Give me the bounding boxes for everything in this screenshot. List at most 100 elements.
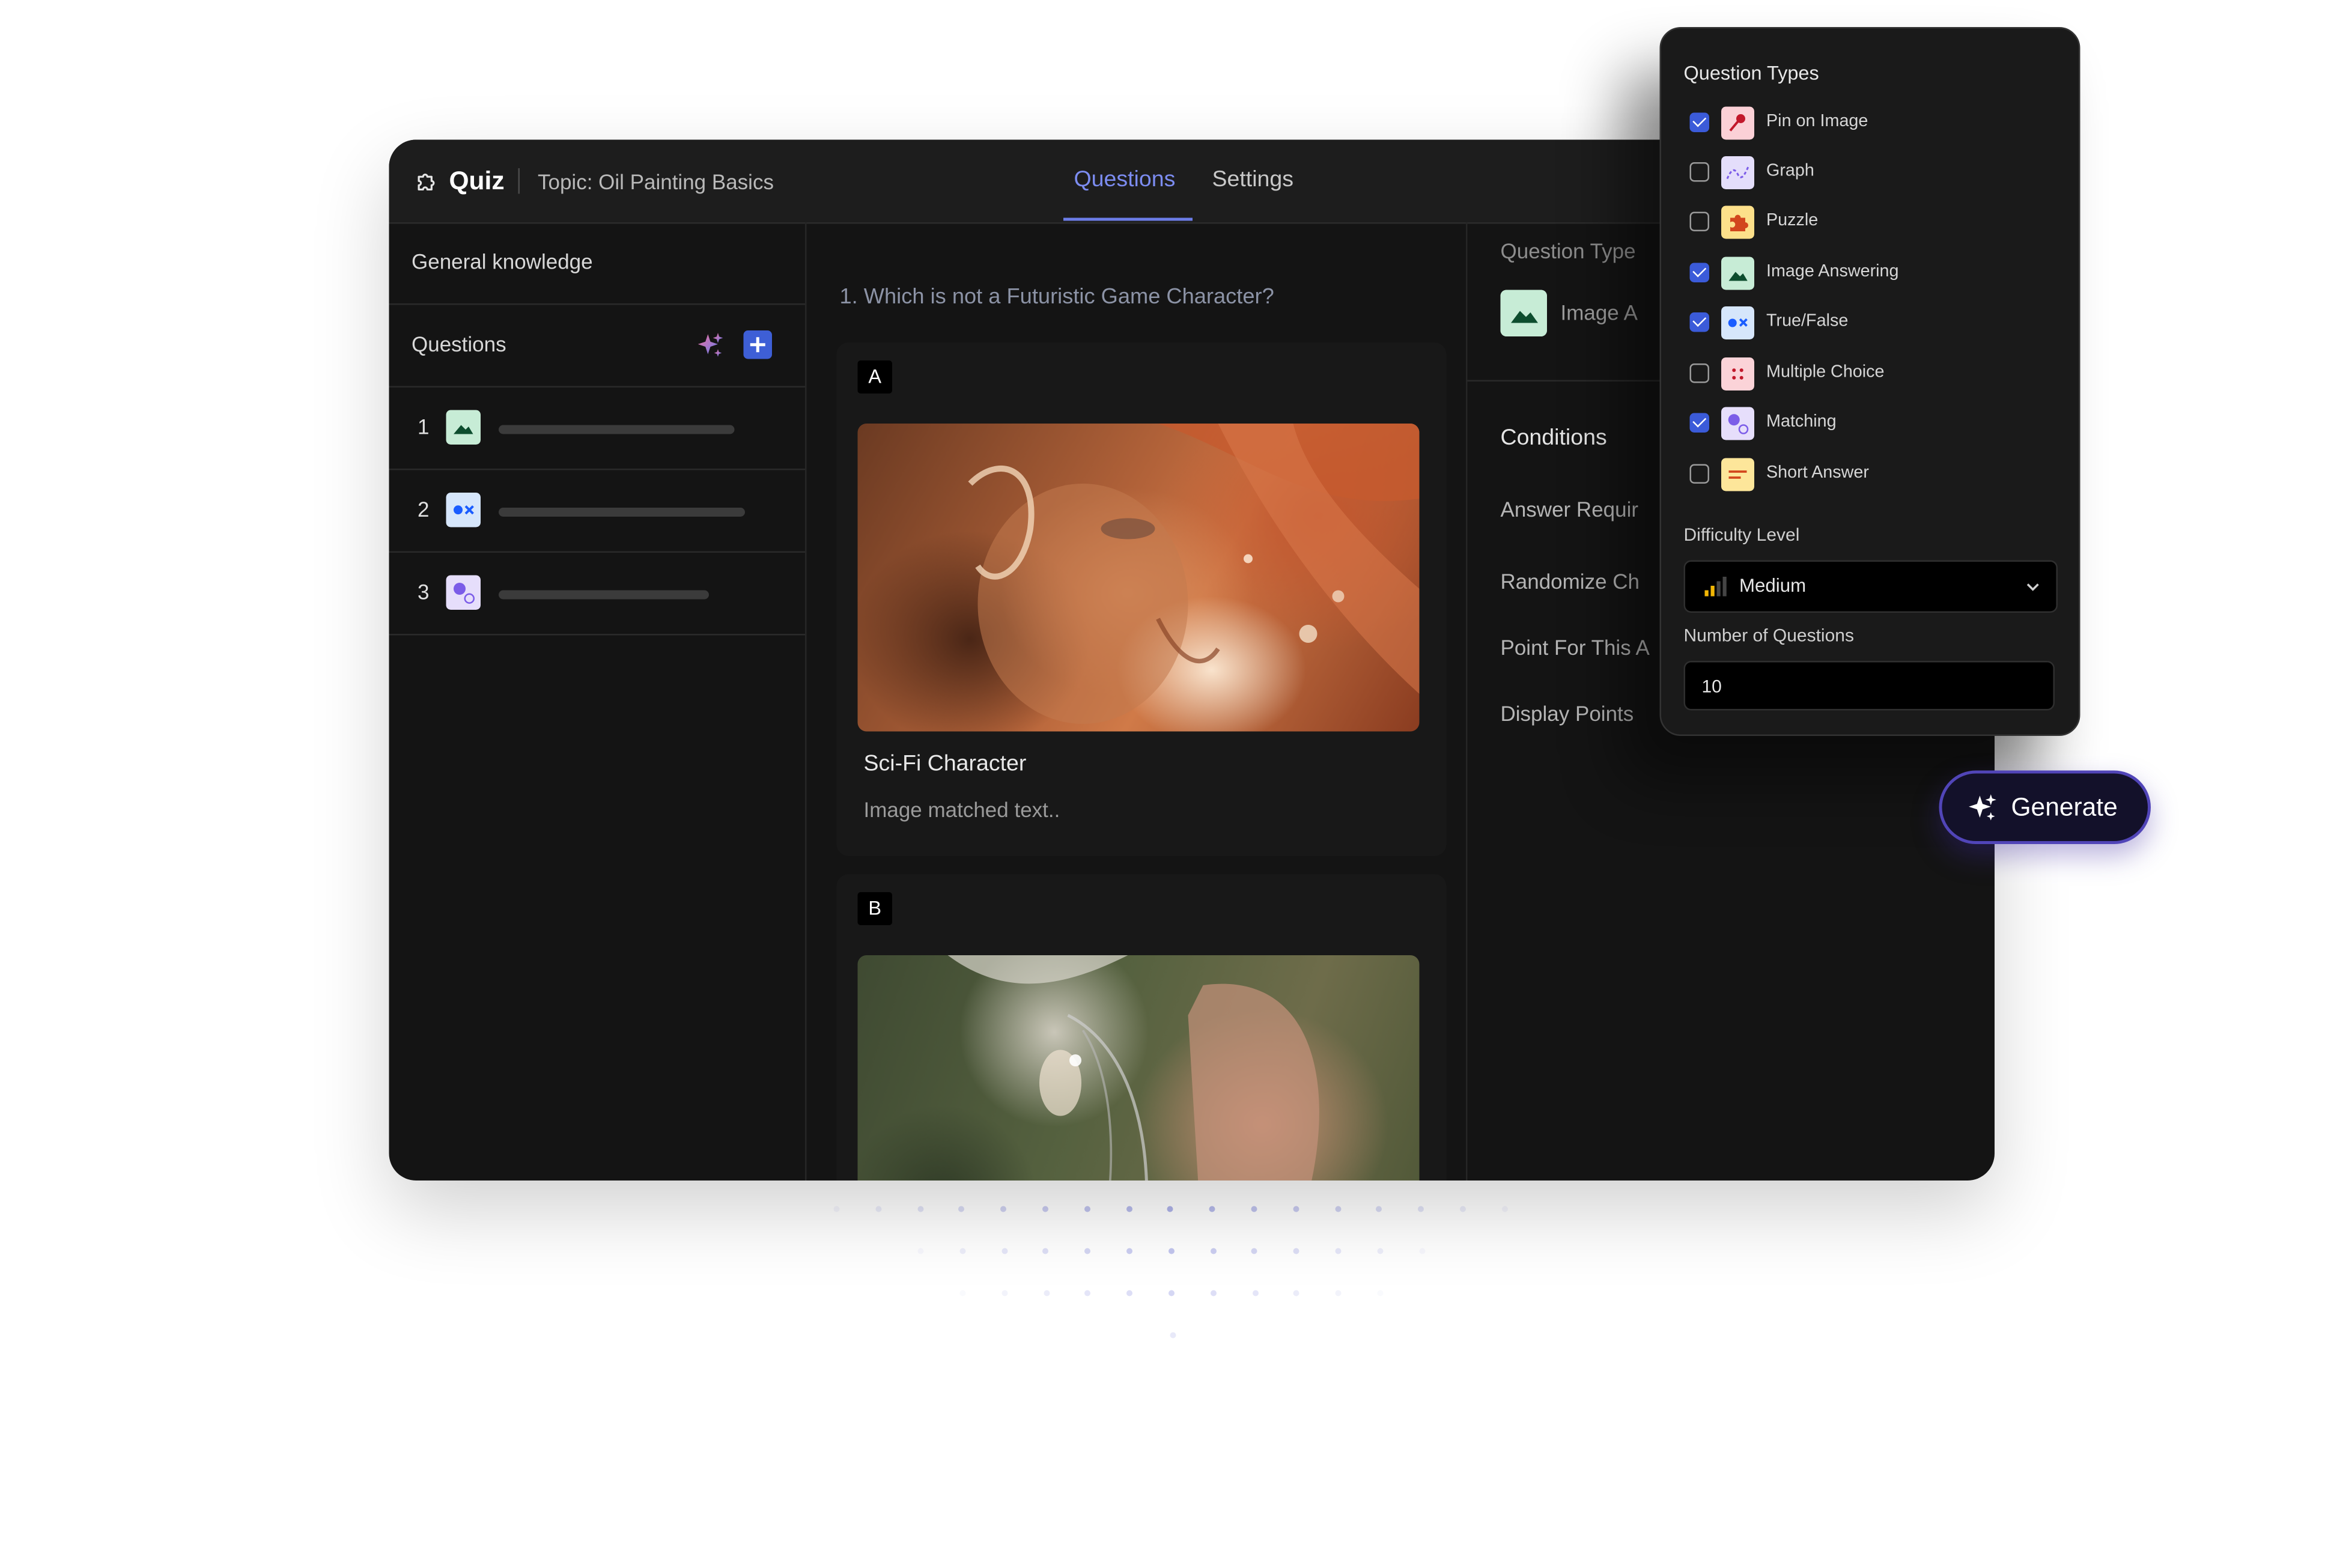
randomize-choices-setting[interactable]: Randomize Ch [1501,570,1640,594]
decorative-dot [1167,1206,1174,1212]
decorative-dot [1376,1248,1383,1254]
conditions-title: Conditions [1500,425,1607,451]
display-points-setting[interactable]: Display Points [1501,702,1634,726]
option-image[interactable] [857,424,1420,732]
number-of-questions-input[interactable] [1683,661,2055,711]
option-label: Matching [1766,413,1837,431]
question-type-true-false[interactable]: True/False [1689,306,2050,339]
difficulty-label: Difficulty Level [1683,524,1800,545]
signal-bars-icon [1704,577,1727,597]
question-type-graph[interactable]: Graph [1689,156,2050,189]
option-label: True/False [1766,312,1849,330]
option-label: Pin on Image [1766,112,1868,131]
number-of-questions-label: Number of Questions [1683,625,1854,646]
decorative-dot [1168,1248,1175,1254]
decorative-dot [1042,1248,1049,1254]
question-number: 1 [418,415,430,439]
decorative-dot [1000,1206,1007,1212]
decorative-dot [1084,1290,1091,1296]
tab-questions[interactable]: Questions [1074,165,1176,195]
matching-icon [1721,407,1754,440]
image-answering-icon [446,410,481,445]
tab-settings[interactable]: Settings [1212,165,1294,195]
question-title[interactable]: 1. Which is not a Futuristic Game Charac… [840,285,1274,309]
decorative-dot [1043,1290,1050,1296]
decorative-dot [959,1290,966,1296]
checkbox[interactable] [1689,363,1709,383]
generate-button[interactable]: Generate [1939,770,2151,844]
graph-icon [1721,156,1754,189]
option-image[interactable] [857,955,1420,1181]
decorative-dot [917,1206,923,1212]
decorative-dot [1418,1206,1424,1212]
decorative-dot [1084,1248,1091,1254]
puzzle-piece-icon [1721,205,1754,239]
checkbox[interactable] [1689,312,1709,332]
decorative-dot [1335,1248,1342,1254]
question-type-puzzle[interactable]: Puzzle [1689,205,2050,239]
difficulty-select[interactable]: Medium [1683,560,2058,613]
decorative-dot [1293,1290,1300,1296]
decorative-dot [1170,1332,1176,1339]
decorative-dot [833,1206,840,1212]
plus-icon [750,337,765,353]
generate-label: Generate [2011,793,2118,822]
decorative-dot [875,1206,881,1212]
checkbox[interactable] [1689,211,1709,231]
checkbox[interactable] [1689,162,1709,182]
questions-header: Questions [389,305,805,387]
decorative-dot [1376,1206,1382,1212]
option-label: Short Answer [1766,464,1870,482]
answer-option-b[interactable]: B [836,874,1447,1181]
answer-option-a[interactable]: A Sci-Fi Character Image matched text.. [836,342,1447,856]
matching-icon [446,575,481,610]
decorative-dot [1209,1248,1216,1254]
question-type-pin-on-image[interactable]: Pin on Image [1689,106,2050,140]
checkbox[interactable] [1689,413,1709,433]
question-row-3[interactable]: 3 [389,553,805,636]
point-for-this-answer-setting[interactable]: Point For This A [1501,636,1650,660]
decorative-dot [1251,1248,1258,1254]
image-answering-icon [1500,290,1547,336]
sparkle-icon [1969,794,1996,821]
question-type-multiple-choice[interactable]: Multiple Choice [1689,357,2050,390]
pin-icon [1721,106,1754,140]
question-type-short-answer[interactable]: Short Answer [1689,458,2050,491]
decorative-dot [1251,1206,1257,1212]
sidebar: General knowledge Questions 1 2 3 [389,222,807,1181]
decorative-dot [1209,1206,1215,1212]
dots-icon [1721,357,1754,390]
checkbox[interactable] [1689,263,1709,282]
category-row[interactable]: General knowledge [389,222,805,305]
image-icon [1721,257,1754,290]
decorative-dot [1293,1248,1299,1254]
true-false-icon [1721,306,1754,339]
decorative-dot [1042,1206,1048,1212]
add-question-button[interactable] [743,330,772,359]
app-logo[interactable]: Quiz [415,140,505,223]
panel-title: Question Types [1683,61,1819,85]
question-type-image-answering[interactable]: Image Answering [1689,257,2050,290]
decorative-dot [1334,1206,1341,1212]
answer-required-setting[interactable]: Answer Requir [1501,497,1639,521]
checkbox[interactable] [1689,112,1709,132]
decorative-dot [1418,1248,1425,1254]
ai-generate-icon[interactable] [696,330,726,360]
decorative-dot [1251,1290,1258,1296]
title-divider [518,168,520,194]
scene: Quiz Topic: Oil Painting Basics Question… [0,0,2325,1568]
question-type-value[interactable]: Image A [1561,300,1638,324]
option-badge: A [857,360,892,394]
sci-fi-character-image [968,424,1420,724]
question-types-panel: Question Types Pin on Image Graph Puzzle… [1659,27,2080,736]
option-caption-subtitle: Image matched text.. [863,797,1060,822]
decorative-dot [1084,1206,1090,1212]
question-row-2[interactable]: 2 [389,470,805,553]
question-type-matching[interactable]: Matching [1689,407,2050,440]
topic-label: Topic: Oil Painting Basics [538,169,774,194]
decorative-dot [1335,1290,1342,1296]
decorative-dot [1210,1290,1217,1296]
checkbox[interactable] [1689,464,1709,484]
question-row-1[interactable]: 1 [389,387,805,470]
decorative-dot [1125,1206,1132,1212]
